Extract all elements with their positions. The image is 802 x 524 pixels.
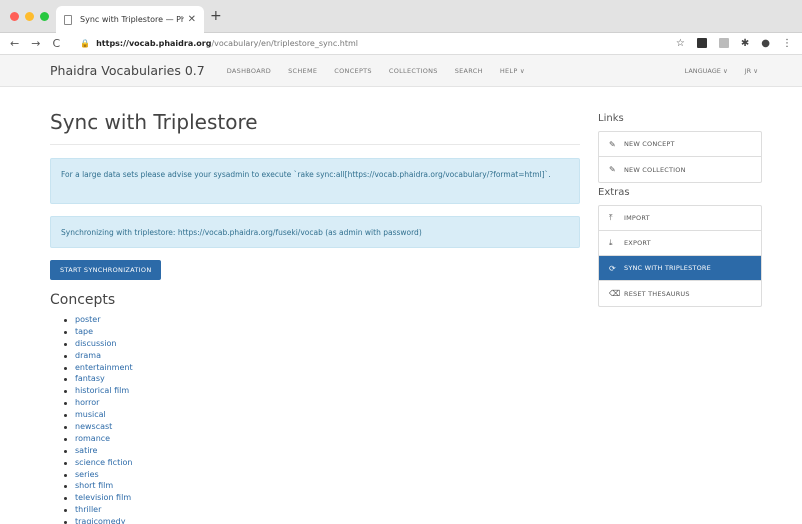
new-tab-icon[interactable]: + bbox=[210, 8, 222, 24]
back-icon[interactable]: ← bbox=[10, 37, 19, 50]
nav-links: DASHBOARD SCHEME CONCEPTS COLLECTIONS SE… bbox=[227, 67, 525, 75]
edit-icon: ✎ bbox=[609, 139, 616, 149]
list-item[interactable]: television film bbox=[64, 492, 133, 504]
list-item[interactable]: thriller bbox=[64, 504, 133, 516]
sidebar-item-label: IMPORT bbox=[624, 214, 650, 222]
close-window-button[interactable] bbox=[10, 12, 19, 21]
sidebar-item-label: RESET THESAURUS bbox=[624, 289, 690, 298]
page-title: Sync with Triplestore bbox=[50, 110, 580, 145]
list-item[interactable]: tragicomedy bbox=[64, 516, 133, 524]
nav-scheme[interactable]: SCHEME bbox=[288, 67, 317, 75]
nav-concepts[interactable]: CONCEPTS bbox=[334, 67, 372, 75]
account-icon[interactable]: ● bbox=[761, 38, 770, 49]
puzzle-icon[interactable]: ✱ bbox=[741, 38, 749, 49]
list-item[interactable]: satire bbox=[64, 445, 133, 457]
nav-search[interactable]: SEARCH bbox=[455, 67, 483, 75]
forward-icon[interactable]: → bbox=[31, 37, 40, 50]
concepts-heading: Concepts bbox=[50, 292, 116, 308]
url-field[interactable]: https://vocab.phaidra.org/vocabulary/en/… bbox=[96, 39, 358, 48]
browser-tab[interactable]: Sync with Triplestore — Phaid ✕ bbox=[56, 6, 204, 33]
list-item[interactable]: science fiction bbox=[64, 457, 133, 469]
concept-list: poster tape discussion drama entertainme… bbox=[64, 314, 133, 524]
list-item[interactable]: historical film bbox=[64, 385, 133, 397]
sidebar-item-label: NEW COLLECTION bbox=[624, 165, 686, 174]
list-item[interactable]: discussion bbox=[64, 338, 133, 350]
sidebar-item-new-concept[interactable]: ✎ NEW CONCEPT bbox=[599, 132, 761, 157]
star-icon[interactable]: ☆ bbox=[676, 38, 685, 49]
info-alert: For a large data sets please advise your… bbox=[50, 158, 580, 204]
eraser-icon: ⌫ bbox=[609, 289, 621, 298]
links-group: ✎ NEW CONCEPT ✎ NEW COLLECTION bbox=[598, 131, 762, 183]
upload-icon: ⤒ bbox=[609, 213, 613, 222]
menu-icon[interactable]: ⋮ bbox=[782, 38, 792, 49]
extension-icon[interactable] bbox=[718, 38, 729, 48]
extension-icon[interactable] bbox=[696, 38, 707, 48]
minimize-window-button[interactable] bbox=[25, 12, 34, 21]
nav-dashboard[interactable]: DASHBOARD bbox=[227, 67, 271, 75]
list-item[interactable]: musical bbox=[64, 409, 133, 421]
list-item[interactable]: romance bbox=[64, 433, 133, 445]
refresh-icon: ⟳ bbox=[609, 263, 616, 273]
info-alert: Synchronizing with triplestore: https://… bbox=[50, 216, 580, 248]
nav-help[interactable]: HELP ∨ bbox=[500, 67, 525, 75]
extras-heading: Extras bbox=[598, 187, 630, 198]
app-navbar: Phaidra Vocabularies 0.7 DASHBOARD SCHEM… bbox=[0, 55, 802, 87]
sidebar-item-new-collection[interactable]: ✎ NEW COLLECTION bbox=[599, 157, 761, 182]
sidebar-item-reset-thesaurus[interactable]: ⌫ RESET THESAURUS bbox=[599, 281, 761, 306]
list-item[interactable]: newscast bbox=[64, 421, 133, 433]
lock-icon: 🔒 bbox=[80, 39, 91, 48]
tab-title: Sync with Triplestore — Phaid bbox=[80, 15, 184, 24]
extras-group: ⤒ IMPORT ⤓ EXPORT ⟳ SYNC WITH TRIPLESTOR… bbox=[598, 205, 762, 307]
edit-icon: ✎ bbox=[609, 165, 616, 174]
window-controls bbox=[10, 12, 49, 21]
sidebar-item-import[interactable]: ⤒ IMPORT bbox=[599, 206, 761, 231]
sidebar-item-export[interactable]: ⤓ EXPORT bbox=[599, 231, 761, 256]
page-icon bbox=[64, 14, 72, 25]
reload-icon[interactable]: C bbox=[52, 37, 60, 50]
list-item[interactable]: entertainment bbox=[64, 362, 133, 374]
sidebar-item-label: EXPORT bbox=[624, 239, 651, 247]
close-tab-icon[interactable]: ✕ bbox=[188, 14, 196, 25]
nav-user[interactable]: JR ∨ bbox=[745, 67, 758, 75]
brand[interactable]: Phaidra Vocabularies 0.7 bbox=[50, 63, 205, 78]
list-item[interactable]: fantasy bbox=[64, 373, 133, 385]
list-item[interactable]: drama bbox=[64, 350, 133, 362]
download-icon: ⤓ bbox=[609, 238, 613, 247]
start-synchronization-button[interactable]: START SYNCHRONIZATION bbox=[50, 260, 162, 280]
maximize-window-button[interactable] bbox=[40, 12, 49, 21]
sidebar: Links ✎ NEW CONCEPT ✎ NEW COLLECTION Ext… bbox=[598, 113, 762, 311]
main-content: Sync with Triplestore For a large data s… bbox=[50, 110, 580, 524]
browser-tab-bar: Sync with Triplestore — Phaid ✕ + bbox=[0, 0, 802, 33]
nav-language[interactable]: LANGUAGE ∨ bbox=[685, 67, 728, 75]
list-item[interactable]: series bbox=[64, 469, 133, 481]
list-item[interactable]: tape bbox=[64, 326, 133, 338]
url-path: /vocabulary/en/triplestore_sync.html bbox=[211, 39, 358, 48]
links-heading: Links bbox=[598, 113, 624, 124]
sidebar-item-label: NEW CONCEPT bbox=[624, 140, 675, 148]
list-item[interactable]: poster bbox=[64, 314, 133, 326]
list-item[interactable]: horror bbox=[64, 397, 133, 409]
address-bar: ← → C 🔒 https://vocab.phaidra.org/vocabu… bbox=[0, 33, 802, 55]
nav-collections[interactable]: COLLECTIONS bbox=[389, 67, 438, 75]
sidebar-item-label: SYNC WITH TRIPLESTORE bbox=[624, 264, 711, 272]
list-item[interactable]: short film bbox=[64, 480, 133, 492]
url-host: https://vocab.phaidra.org bbox=[96, 39, 212, 48]
sidebar-item-sync-with-triplestore[interactable]: ⟳ SYNC WITH TRIPLESTORE bbox=[599, 256, 761, 281]
